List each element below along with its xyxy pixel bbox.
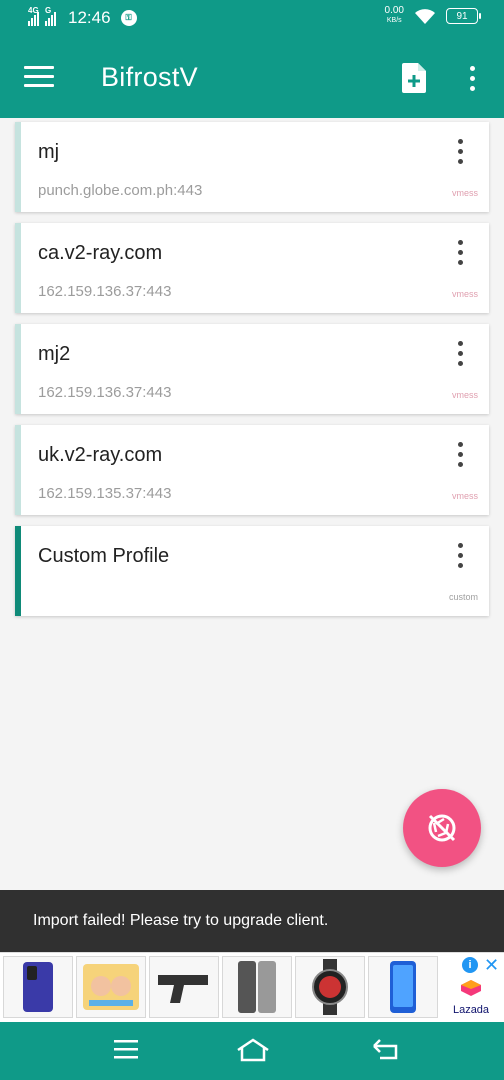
profile-name: mj2 (38, 343, 71, 365)
close-icon[interactable]: ✕ (484, 955, 499, 976)
status-time: 12:46 (68, 8, 111, 27)
profile-name: Custom Profile (38, 545, 170, 567)
profile-name: ca.v2-ray.com (38, 242, 163, 264)
profile-type: vmess (451, 289, 478, 299)
app-title: BifrostV (101, 62, 198, 92)
snackbar: Import failed! Please try to upgrade cli… (0, 890, 504, 952)
profile-name: uk.v2-ray.com (38, 444, 163, 466)
profile-address: 162.159.136.37:443 (38, 283, 172, 300)
vpn-key-icon: ⚿ (120, 10, 137, 26)
info-icon[interactable]: i (462, 957, 478, 973)
app-bar: BifrostV (0, 38, 504, 118)
ad-products (3, 956, 438, 1018)
network-speed: 0.00 KB/s (385, 6, 404, 26)
profile-menu-icon[interactable] (458, 240, 463, 265)
profile-card[interactable]: mj2 162.159.136.37:443 vmess (15, 324, 489, 414)
home-icon[interactable] (236, 1038, 270, 1062)
vpn-off-icon (428, 814, 456, 842)
signal-sim2-icon: G (45, 6, 56, 26)
sim1-label: 4G (28, 6, 39, 15)
toy-pistol-product[interactable] (149, 956, 219, 1018)
more-vert-icon[interactable] (462, 66, 482, 92)
profile-card[interactable]: uk.v2-ray.com 162.159.135.37:443 vmess (15, 425, 489, 515)
profile-menu-icon[interactable] (458, 543, 463, 568)
status-bar: 4G G 12:46 ⚿ 0.00 KB/s 91 (0, 0, 504, 38)
smartwatch-product[interactable] (295, 956, 365, 1018)
profile-card-active[interactable]: Custom Profile custom (15, 526, 489, 616)
profile-menu-icon[interactable] (458, 139, 463, 164)
battery-icon: 91 (446, 8, 481, 24)
profile-type: vmess (451, 491, 478, 501)
ad-brand[interactable]: Lazada (448, 977, 494, 1016)
ad-banner[interactable]: i ✕ Lazada (0, 952, 504, 1023)
wifi-icon (415, 9, 435, 24)
kids-toy-product[interactable] (76, 956, 146, 1018)
status-right: 0.00 KB/s 91 (385, 6, 481, 26)
back-icon[interactable] (372, 1038, 398, 1060)
lazada-logo (461, 980, 481, 996)
hamburger-icon[interactable] (24, 66, 54, 90)
profile-address: 162.159.136.37:443 (38, 384, 172, 401)
profile-type: custom (448, 592, 478, 602)
profile-list: mj punch.globe.com.ph:443 vmess ca.v2-ra… (15, 122, 489, 627)
profile-menu-icon[interactable] (458, 442, 463, 467)
signal-sim1-icon: 4G (28, 6, 39, 26)
profile-card[interactable]: mj punch.globe.com.ph:443 vmess (15, 122, 489, 212)
profile-type: vmess (451, 390, 478, 400)
profile-menu-icon[interactable] (458, 341, 463, 366)
status-left: 4G G 12:46 ⚿ (28, 6, 137, 28)
battery-level: 91 (456, 10, 468, 22)
ad-brand-name: Lazada (452, 1004, 490, 1016)
recents-icon[interactable] (114, 1038, 138, 1060)
profile-card[interactable]: ca.v2-ray.com 162.159.136.37:443 vmess (15, 223, 489, 313)
sim2-label: G (45, 6, 52, 15)
speed-value: 0.00 (384, 5, 404, 16)
speed-unit: KB/s (386, 17, 402, 24)
profile-address: 162.159.135.37:443 (38, 485, 172, 502)
profile-address: punch.globe.com.ph:443 (38, 182, 203, 199)
smartphone-product[interactable] (222, 956, 292, 1018)
phone-case-product[interactable] (3, 956, 73, 1018)
system-nav-bar (0, 1022, 504, 1080)
profile-name: mj (38, 141, 60, 163)
connect-fab[interactable] (403, 789, 481, 867)
profile-type: vmess (451, 188, 478, 198)
blue-smartphone-product[interactable] (368, 956, 438, 1018)
snackbar-message: Import failed! Please try to upgrade cli… (33, 912, 329, 929)
add-file-icon[interactable] (402, 63, 428, 93)
